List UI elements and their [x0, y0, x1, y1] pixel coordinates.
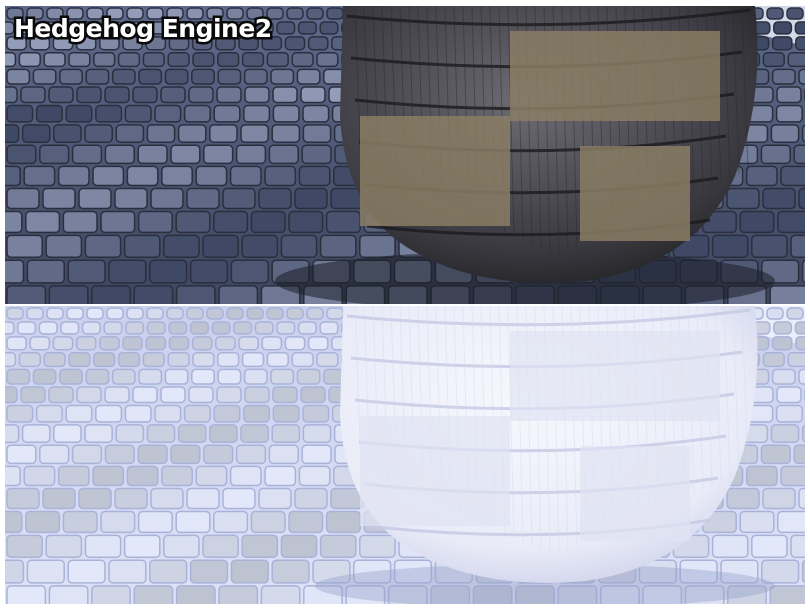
- ao-cobblestone-scene: [5, 306, 805, 604]
- ao-render-panel: [5, 306, 805, 604]
- comparison-image: Hedgehog Engine2: [0, 0, 810, 610]
- engine-title: Hedgehog Engine2: [12, 12, 275, 46]
- lit-cobblestone-scene: [5, 6, 805, 304]
- lit-render-panel: [5, 6, 805, 304]
